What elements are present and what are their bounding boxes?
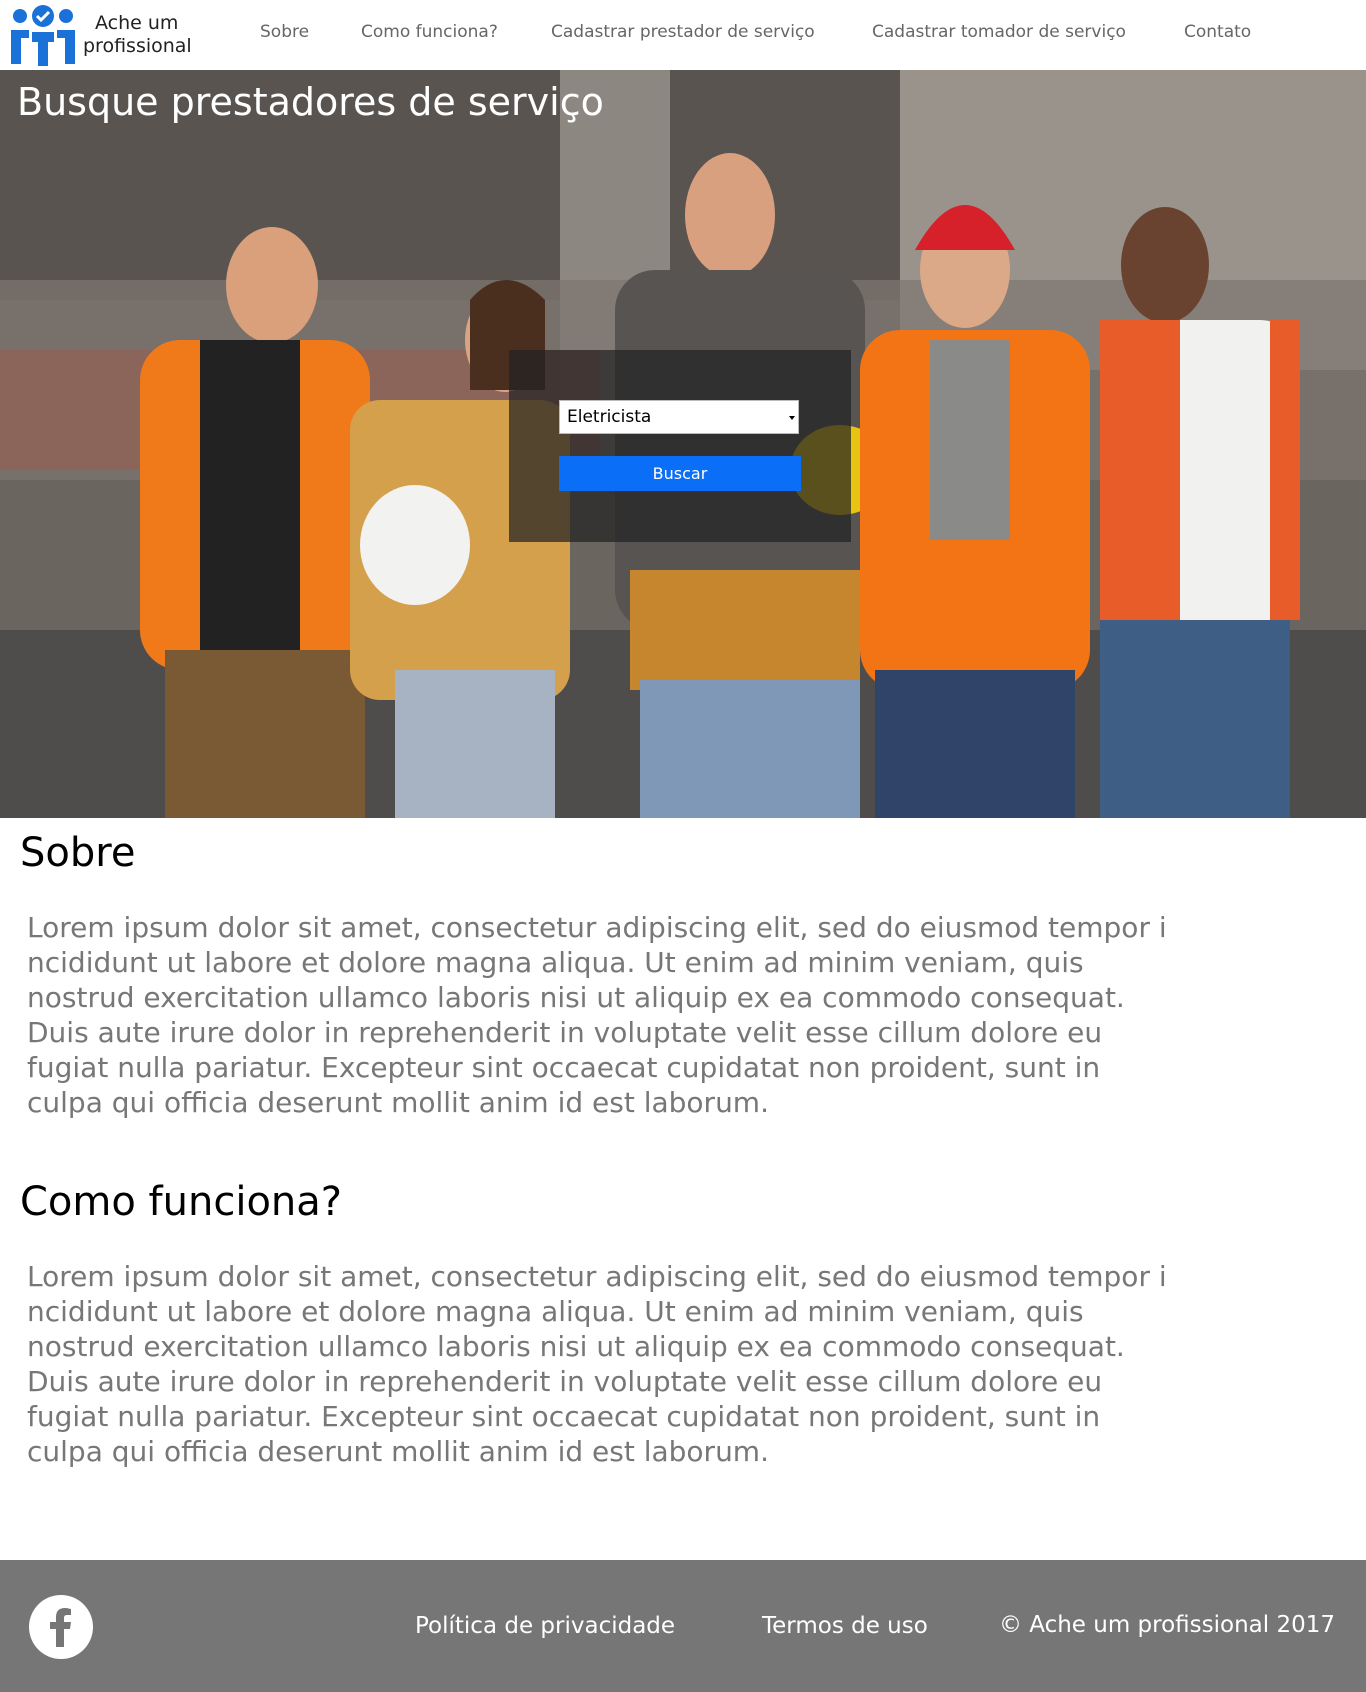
site-footer: Política de privacidade Termos de uso © … <box>0 1560 1366 1692</box>
chevron-down-icon <box>789 416 795 420</box>
facebook-icon[interactable] <box>29 1595 93 1659</box>
nav-cadastrar-tomador[interactable]: Cadastrar tomador de serviço <box>872 22 1126 42</box>
terms-link[interactable]: Termos de uso <box>762 1613 928 1639</box>
site-header: Ache um profissional Sobre Como funciona… <box>0 0 1366 70</box>
people-check-logo-icon[interactable] <box>10 4 76 68</box>
hero-title: Busque prestadores de serviço <box>17 80 604 124</box>
service-select[interactable]: Eletricista <box>559 400 799 434</box>
nav-sobre[interactable]: Sobre <box>260 22 309 42</box>
service-select-value: Eletricista <box>567 407 652 427</box>
nav-como-funciona[interactable]: Como funciona? <box>361 22 498 42</box>
copyright-text: © Ache um profissional 2017 <box>998 1612 1335 1638</box>
brand-name[interactable]: Ache um profissional <box>83 12 192 58</box>
search-button[interactable]: Buscar <box>559 456 801 491</box>
privacy-link[interactable]: Política de privacidade <box>415 1613 675 1639</box>
search-panel: Eletricista Buscar <box>509 350 851 542</box>
section-text-sobre: Lorem ipsum dolor sit amet, consectetur … <box>27 911 1167 1119</box>
brand-line-2: profissional <box>83 35 192 57</box>
brand-line-1: Ache um <box>95 12 179 34</box>
nav-cadastrar-prestador[interactable]: Cadastrar prestador de serviço <box>551 22 815 42</box>
section-text-como-funciona: Lorem ipsum dolor sit amet, consectetur … <box>27 1260 1167 1468</box>
section-title-sobre: Sobre <box>20 830 136 876</box>
section-title-como-funciona: Como funciona? <box>20 1179 343 1225</box>
hero-banner: Busque prestadores de serviço Eletricist… <box>0 70 1366 818</box>
nav-contato[interactable]: Contato <box>1184 22 1251 42</box>
